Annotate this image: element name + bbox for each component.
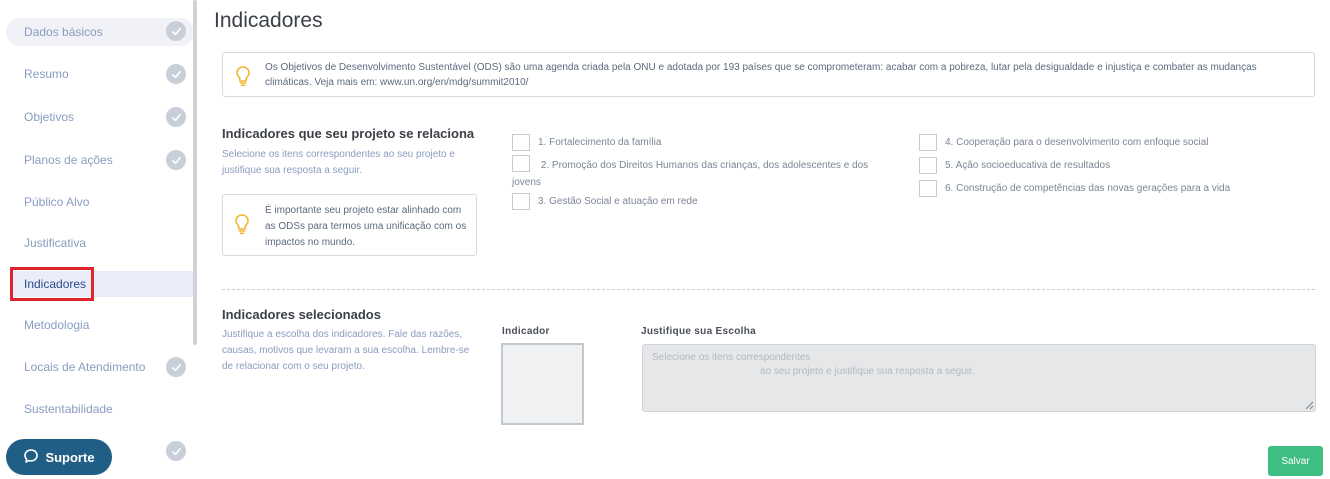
sidebar-scrollbar[interactable]: [193, 0, 197, 345]
checkbox[interactable]: [512, 155, 530, 172]
sidebar-item-label: Resumo: [24, 67, 69, 81]
related-section-title: Indicadores que seu projeto se relaciona: [222, 126, 475, 141]
sidebar-item-label: Dados básicos: [24, 25, 103, 39]
option-label: 1. Fortalecimento da família: [538, 137, 662, 148]
selected-section-description: Justifique a escolha dos indicadores. Fa…: [222, 329, 470, 372]
indicator-option-6[interactable]: 6. Construção de competências das novas …: [919, 180, 1230, 197]
option-label: 5. Ação socioeducativa de resultados: [945, 160, 1111, 171]
indicator-option-5[interactable]: 5. Ação socioeducativa de resultados: [919, 157, 1110, 174]
sidebar-item-label: Objetivos: [24, 110, 75, 124]
resize-handle-icon[interactable]: [1304, 400, 1314, 410]
sidebar-item-label: Locais de Atendimento: [24, 360, 146, 374]
sidebar-item-label: Público Alvo: [24, 195, 90, 209]
section-divider: [222, 289, 1315, 290]
ods-tip-box: É importante seu projeto estar alinhado …: [222, 194, 477, 256]
check-icon: [166, 64, 186, 84]
checkbox[interactable]: [919, 134, 937, 151]
selected-indicator-box: [501, 343, 584, 425]
sidebar-item-justificativa[interactable]: Justificativa: [10, 230, 194, 256]
indicator-option-4[interactable]: 4. Cooperação para o desenvolvimento com…: [919, 134, 1209, 151]
sidebar-item-sustentabilidade[interactable]: Sustentabilidade: [10, 396, 194, 422]
sidebar-item-indicadores[interactable]: Indicadores: [10, 267, 194, 301]
sidebar-item-label: Planos de ações: [24, 153, 113, 167]
checkbox[interactable]: [512, 134, 530, 151]
justify-textarea[interactable]: [642, 344, 1316, 412]
support-label: Suporte: [45, 449, 95, 465]
lightbulb-icon: [234, 65, 252, 92]
ods-tip-text: É importante seu projeto estar alinhado …: [265, 205, 467, 248]
support-button[interactable]: Suporte: [6, 439, 112, 475]
option-label: 6. Construção de competências das novas …: [945, 183, 1231, 194]
related-section-description: Selecione os itens correspondentes ao se…: [222, 149, 455, 176]
save-button[interactable]: Salvar: [1268, 446, 1323, 476]
check-icon: [166, 150, 186, 170]
sidebar-item-label: Metodologia: [24, 318, 90, 332]
ods-info-text: Os Objetivos de Desenvolvimento Sustentá…: [265, 61, 1257, 88]
justify-column-label: Justifique sua Escolha: [641, 326, 756, 337]
check-icon: [166, 21, 186, 41]
option-label: 2. Promoção dos Direitos Humanos das cri…: [512, 160, 869, 188]
checkbox[interactable]: [512, 193, 530, 210]
sidebar-item-metodologia[interactable]: Metodologia: [10, 312, 194, 338]
indicator-option-3[interactable]: 3. Gestão Social e atuação em rede: [512, 193, 698, 210]
indicator-column-label: Indicador: [502, 326, 550, 337]
check-icon: [166, 357, 186, 377]
active-item-highlight: [10, 267, 94, 301]
option-label: 3. Gestão Social e atuação em rede: [538, 196, 698, 207]
sidebar-item-label: Justificativa: [24, 236, 87, 250]
check-icon: [166, 441, 186, 461]
page-title: Indicadores: [214, 9, 323, 32]
checkbox[interactable]: [919, 180, 937, 197]
ods-info-box: Os Objetivos de Desenvolvimento Sustentá…: [222, 52, 1315, 97]
sidebar-item-label: Sustentabilidade: [24, 402, 113, 416]
sidebar: Dados básicos Resumo Objetivos Planos de…: [0, 0, 198, 479]
lightbulb-icon: [233, 213, 251, 240]
check-icon: [166, 107, 186, 127]
indicator-option-1[interactable]: 1. Fortalecimento da família: [512, 134, 661, 151]
option-label: 4. Cooperação para o desenvolvimento com…: [945, 137, 1209, 148]
indicator-option-2[interactable]: 2. Promoção dos Direitos Humanos das cri…: [512, 155, 892, 191]
chat-bubble-icon: [23, 448, 39, 467]
sidebar-item-publico-alvo[interactable]: Público Alvo: [10, 189, 194, 215]
checkbox[interactable]: [919, 157, 937, 174]
selected-section-title: Indicadores selecionados: [222, 307, 381, 322]
